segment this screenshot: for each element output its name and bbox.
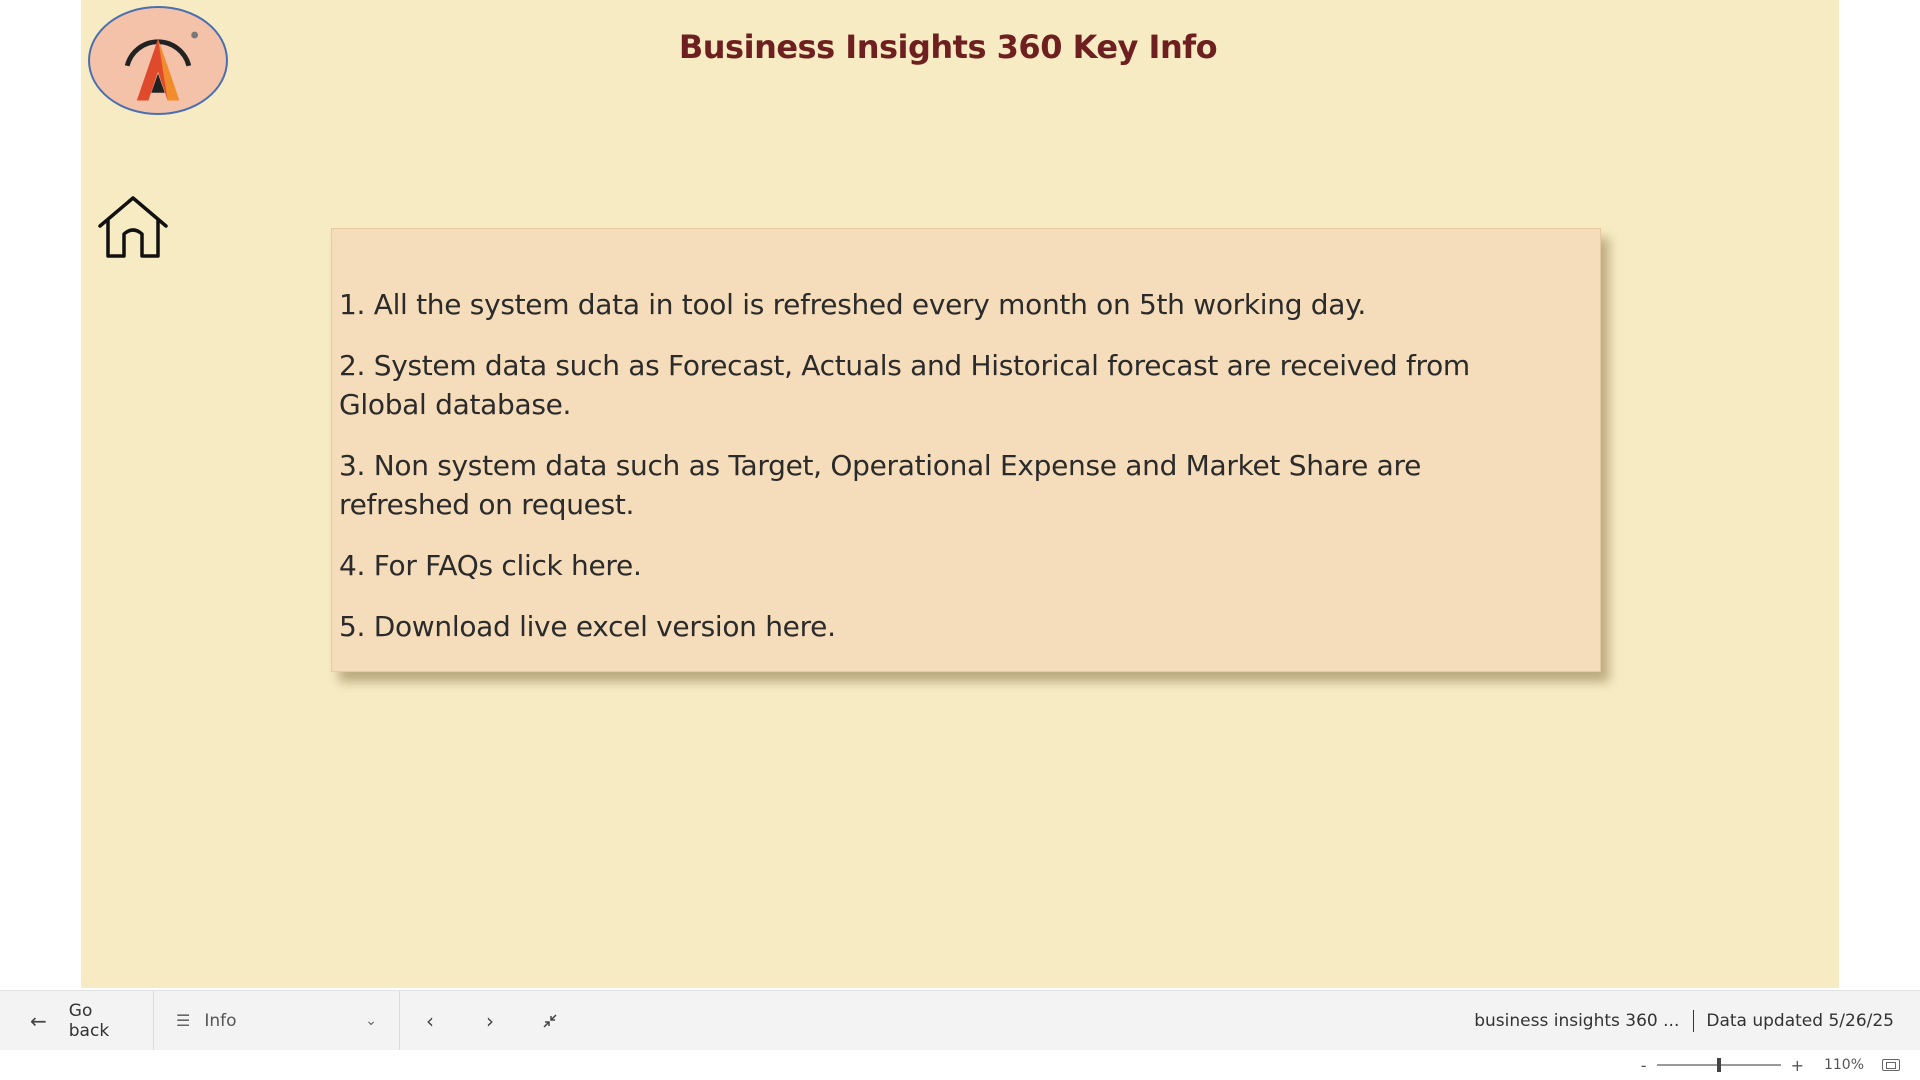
- info-item-download-link[interactable]: 5. Download live excel version here.: [339, 607, 1560, 646]
- bottom-bar: ← Go back ☰ Info ⌄ ‹ › business insights…: [0, 990, 1920, 1050]
- list-icon: ☰: [176, 1011, 191, 1030]
- chevron-left-icon: ‹: [426, 1008, 434, 1033]
- chevron-right-icon: ›: [486, 1008, 494, 1033]
- exit-full-screen-button[interactable]: [520, 991, 580, 1050]
- divider: [1693, 1009, 1695, 1032]
- go-back-button[interactable]: ← Go back: [0, 991, 154, 1050]
- zoom-controls: - + 110%: [0, 1050, 1920, 1080]
- arrow-left-icon: ←: [30, 1008, 47, 1033]
- go-back-label: Go back: [68, 1000, 110, 1041]
- collapse-icon: [543, 1013, 557, 1028]
- brand-logo: [88, 6, 228, 115]
- page-selector-dropdown[interactable]: ☰ Info ⌄: [154, 991, 400, 1050]
- report-name[interactable]: business insights 360 ...: [1474, 1011, 1679, 1031]
- info-item-faq-link[interactable]: 4. For FAQs click here.: [339, 546, 1560, 585]
- key-info-card: 1. All the system data in tool is refres…: [331, 228, 1601, 672]
- fit-to-page-icon[interactable]: [1882, 1059, 1900, 1071]
- zoom-slider-thumb[interactable]: [1716, 1058, 1721, 1072]
- home-icon[interactable]: [96, 194, 170, 260]
- next-page-button[interactable]: ›: [460, 991, 520, 1050]
- zoom-level: 110%: [1823, 1057, 1864, 1073]
- info-item-system-data: 2. System data such as Forecast, Actuals…: [339, 349, 1470, 421]
- chevron-down-icon: ⌄: [365, 1012, 377, 1029]
- zoom-slider[interactable]: [1656, 1058, 1781, 1072]
- previous-page-button[interactable]: ‹: [400, 991, 460, 1050]
- brand-logo-icon: [124, 31, 198, 101]
- data-updated-status: Data updated 5/26/25: [1706, 1010, 1894, 1031]
- info-item-refresh: 1. All the system data in tool is refres…: [339, 288, 1366, 321]
- page-selector-label: Info: [204, 1010, 237, 1031]
- page-title: Business Insights 360 Key Info: [678, 28, 1218, 66]
- info-item-non-system-data: 3. Non system data such as Target, Opera…: [339, 449, 1421, 521]
- zoom-in-button[interactable]: +: [1787, 1056, 1808, 1075]
- zoom-out-button[interactable]: -: [1637, 1056, 1651, 1075]
